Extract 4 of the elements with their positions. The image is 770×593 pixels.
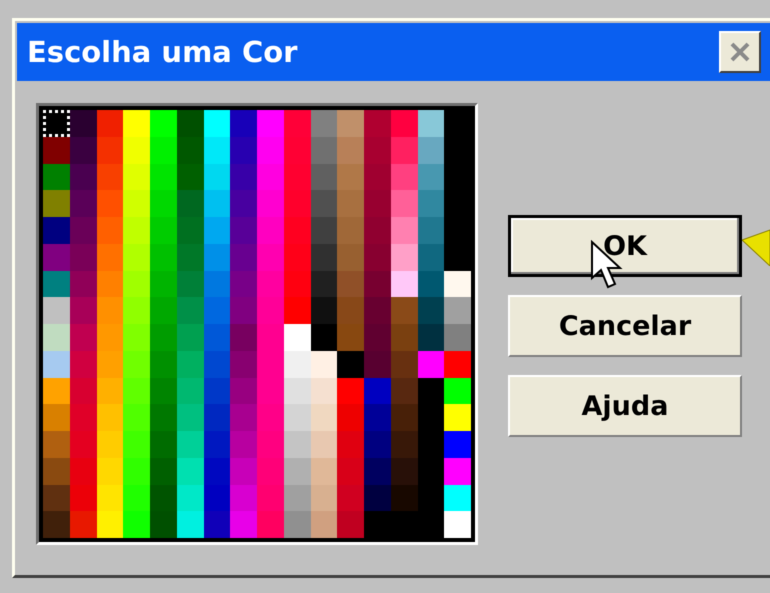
dialog-button[interactable]: Ajuda <box>508 375 742 437</box>
window-title: Escolha uma Cor <box>27 35 298 69</box>
dialog-button[interactable]: OK <box>508 215 742 277</box>
dialog-button[interactable]: Cancelar <box>508 295 742 357</box>
